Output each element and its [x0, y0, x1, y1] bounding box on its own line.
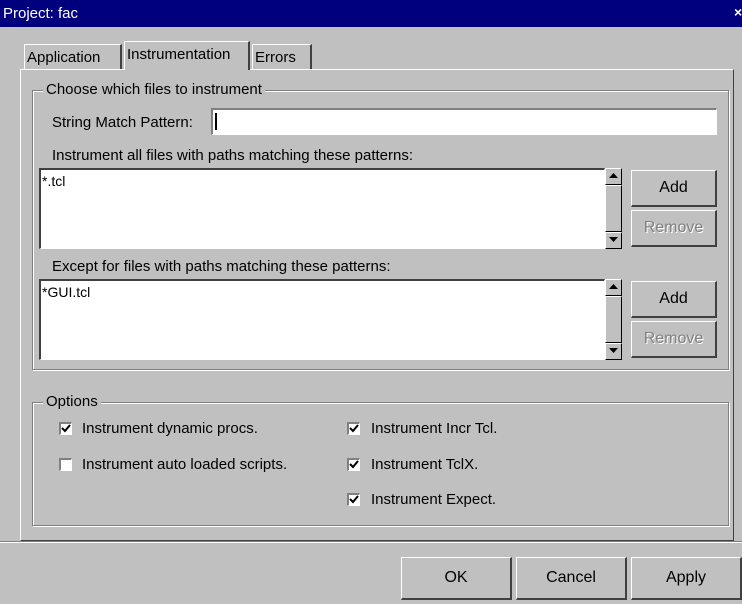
arrow-down-icon [609, 348, 618, 353]
include-listbox[interactable]: *.tcl [39, 168, 605, 249]
include-remove-button[interactable]: Remove [631, 210, 717, 247]
tab-application[interactable]: Application [24, 44, 122, 70]
cancel-button[interactable]: Cancel [516, 557, 627, 600]
options-group-legend: Options [43, 393, 101, 410]
scroll-thumb[interactable] [605, 296, 622, 343]
checkmark-icon [61, 424, 71, 433]
include-add-button[interactable]: Add [631, 170, 717, 207]
tab-instrumentation[interactable]: Instrumentation [124, 41, 250, 70]
include-label: Instrument all files with paths matching… [52, 147, 414, 164]
exclude-scrollbar[interactable] [605, 279, 622, 360]
option-label: Instrument dynamic procs. [82, 420, 258, 437]
scroll-up-button[interactable] [605, 168, 622, 185]
tab-errors[interactable]: Errors [252, 44, 312, 70]
list-item[interactable]: *.tcl [42, 173, 65, 189]
close-icon[interactable]: × [734, 4, 742, 20]
files-group-legend: Choose which files to instrument [43, 81, 265, 98]
checkbox[interactable] [347, 493, 360, 506]
option-label: Instrument Incr Tcl. [371, 420, 498, 437]
scroll-down-button[interactable] [605, 232, 622, 249]
ok-button[interactable]: OK [401, 557, 512, 600]
include-scrollbar[interactable] [605, 168, 622, 249]
arrow-up-icon [609, 284, 618, 289]
tab-instrumentation-label: Instrumentation [127, 46, 231, 63]
exclude-add-button[interactable]: Add [631, 281, 717, 318]
exclude-remove-button[interactable]: Remove [631, 321, 717, 358]
checkbox[interactable] [347, 422, 360, 435]
option-label: Instrument auto loaded scripts. [82, 456, 288, 473]
window-title: Project: fac [3, 5, 79, 22]
checkbox[interactable] [59, 422, 72, 435]
exclude-label: Except for files with paths matching the… [52, 258, 391, 275]
checkbox[interactable] [347, 458, 360, 471]
tab-errors-label: Errors [255, 49, 296, 66]
option-label: Instrument TclX. [371, 456, 479, 473]
scroll-up-button[interactable] [605, 279, 622, 296]
list-item[interactable]: *GUI.tcl [42, 284, 90, 300]
scroll-down-button[interactable] [605, 343, 622, 360]
arrow-up-icon [609, 173, 618, 178]
option-label: Instrument Expect. [371, 491, 497, 508]
checkmark-icon [349, 460, 359, 469]
text-caret [215, 113, 217, 130]
tab-application-label: Application [27, 49, 101, 66]
separator-highlight [0, 542, 742, 543]
checkmark-icon [349, 495, 359, 504]
scroll-thumb[interactable] [605, 185, 622, 232]
pattern-label: String Match Pattern: [52, 114, 193, 131]
checkmark-icon [349, 424, 359, 433]
checkbox[interactable] [59, 458, 72, 471]
arrow-down-icon [609, 237, 618, 242]
apply-button[interactable]: Apply [631, 557, 742, 600]
title-bar: Project: fac × [0, 0, 742, 27]
exclude-listbox[interactable]: *GUI.tcl [39, 279, 605, 360]
pattern-input[interactable] [211, 108, 717, 135]
